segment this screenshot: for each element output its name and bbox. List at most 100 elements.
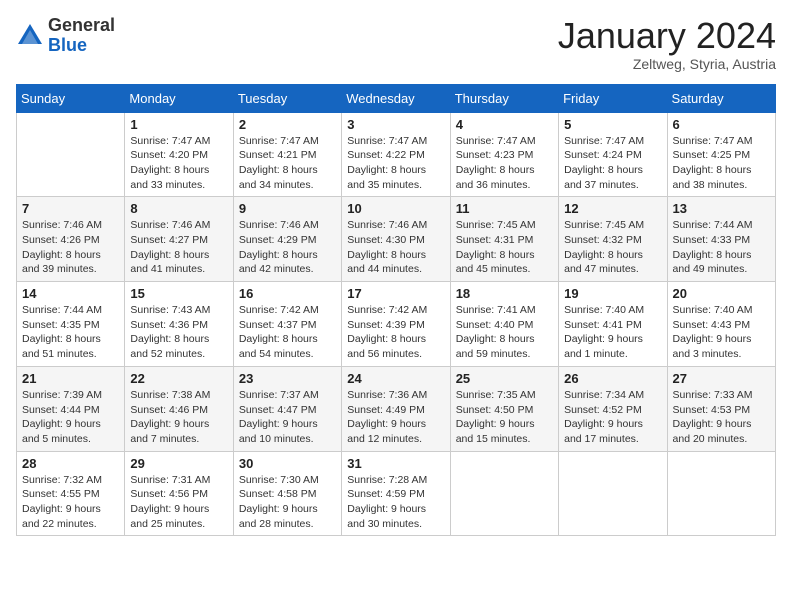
calendar-cell: 22 Sunrise: 7:38 AM Sunset: 4:46 PM Dayli… — [125, 366, 233, 451]
day-number: 21 — [22, 371, 119, 386]
calendar-table: SundayMondayTuesdayWednesdayThursdayFrid… — [16, 84, 776, 537]
calendar-cell: 14 Sunrise: 7:44 AM Sunset: 4:35 PM Dayli… — [17, 282, 125, 367]
day-info: Sunrise: 7:45 AM Sunset: 4:32 PM Dayligh… — [564, 218, 661, 277]
logo-text: General Blue — [48, 16, 115, 56]
day-info: Sunrise: 7:47 AM Sunset: 4:23 PM Dayligh… — [456, 134, 553, 193]
calendar-cell: 6Sunrise: 7:47 AM Sunset: 4:25 PM Daylig… — [667, 112, 775, 197]
day-info: Sunrise: 7:30 AM Sunset: 4:58 PM Dayligh… — [239, 473, 336, 532]
day-number: 4 — [456, 117, 553, 132]
calendar-cell: 9 Sunrise: 7:46 AM Sunset: 4:29 PM Daylig… — [233, 197, 341, 282]
calendar-cell: 23 Sunrise: 7:37 AM Sunset: 4:47 PM Dayli… — [233, 366, 341, 451]
day-number: 10 — [347, 201, 444, 216]
logo-icon — [16, 22, 44, 50]
day-info: Sunrise: 7:40 AM Sunset: 4:41 PM Dayligh… — [564, 303, 661, 362]
calendar-cell: 17 Sunrise: 7:42 AM Sunset: 4:39 PM Dayli… — [342, 282, 450, 367]
day-number: 29 — [130, 456, 227, 471]
day-number: 3 — [347, 117, 444, 132]
day-number: 22 — [130, 371, 227, 386]
calendar-cell: 31 Sunrise: 7:28 AM Sunset: 4:59 PM Dayli… — [342, 451, 450, 536]
day-number: 25 — [456, 371, 553, 386]
calendar-cell — [450, 451, 558, 536]
calendar-cell: 18Sunrise: 7:41 AM Sunset: 4:40 PM Dayli… — [450, 282, 558, 367]
day-info: Sunrise: 7:35 AM Sunset: 4:50 PM Dayligh… — [456, 388, 553, 447]
calendar-week-row: 21 Sunrise: 7:39 AM Sunset: 4:44 PM Dayli… — [17, 366, 776, 451]
calendar-cell: 10 Sunrise: 7:46 AM Sunset: 4:30 PM Dayli… — [342, 197, 450, 282]
day-info: Sunrise: 7:43 AM Sunset: 4:36 PM Dayligh… — [130, 303, 227, 362]
day-number: 1 — [130, 117, 227, 132]
day-info: Sunrise: 7:39 AM Sunset: 4:44 PM Dayligh… — [22, 388, 119, 447]
day-info: Sunrise: 7:42 AM Sunset: 4:39 PM Dayligh… — [347, 303, 444, 362]
day-info: Sunrise: 7:46 AM Sunset: 4:27 PM Dayligh… — [130, 218, 227, 277]
calendar-cell: 27 Sunrise: 7:33 AM Sunset: 4:53 PM Dayli… — [667, 366, 775, 451]
page-header: General Blue January 2024 Zeltweg, Styri… — [16, 16, 776, 72]
day-info: Sunrise: 7:44 AM Sunset: 4:33 PM Dayligh… — [673, 218, 770, 277]
day-number: 14 — [22, 286, 119, 301]
day-number: 11 — [456, 201, 553, 216]
day-info: Sunrise: 7:46 AM Sunset: 4:26 PM Dayligh… — [22, 218, 119, 277]
day-info: Sunrise: 7:45 AM Sunset: 4:31 PM Dayligh… — [456, 218, 553, 277]
calendar-header-cell: Thursday — [450, 84, 558, 112]
day-number: 31 — [347, 456, 444, 471]
day-info: Sunrise: 7:31 AM Sunset: 4:56 PM Dayligh… — [130, 473, 227, 532]
calendar-cell: 29 Sunrise: 7:31 AM Sunset: 4:56 PM Dayli… — [125, 451, 233, 536]
logo: General Blue — [16, 16, 115, 56]
day-number: 15 — [130, 286, 227, 301]
calendar-week-row: 28Sunrise: 7:32 AM Sunset: 4:55 PM Dayli… — [17, 451, 776, 536]
day-info: Sunrise: 7:44 AM Sunset: 4:35 PM Dayligh… — [22, 303, 119, 362]
day-info: Sunrise: 7:46 AM Sunset: 4:30 PM Dayligh… — [347, 218, 444, 277]
day-info: Sunrise: 7:47 AM Sunset: 4:21 PM Dayligh… — [239, 134, 336, 193]
calendar-cell — [667, 451, 775, 536]
calendar-cell: 30 Sunrise: 7:30 AM Sunset: 4:58 PM Dayli… — [233, 451, 341, 536]
day-info: Sunrise: 7:41 AM Sunset: 4:40 PM Dayligh… — [456, 303, 553, 362]
day-info: Sunrise: 7:34 AM Sunset: 4:52 PM Dayligh… — [564, 388, 661, 447]
day-info: Sunrise: 7:47 AM Sunset: 4:20 PM Dayligh… — [130, 134, 227, 193]
day-number: 26 — [564, 371, 661, 386]
calendar-cell: 15 Sunrise: 7:43 AM Sunset: 4:36 PM Dayli… — [125, 282, 233, 367]
day-number: 2 — [239, 117, 336, 132]
day-number: 27 — [673, 371, 770, 386]
day-number: 9 — [239, 201, 336, 216]
calendar-cell: 2 Sunrise: 7:47 AM Sunset: 4:21 PM Daylig… — [233, 112, 341, 197]
day-info: Sunrise: 7:37 AM Sunset: 4:47 PM Dayligh… — [239, 388, 336, 447]
day-number: 6 — [673, 117, 770, 132]
day-number: 13 — [673, 201, 770, 216]
calendar-header-cell: Monday — [125, 84, 233, 112]
day-number: 17 — [347, 286, 444, 301]
day-number: 20 — [673, 286, 770, 301]
calendar-cell — [17, 112, 125, 197]
location: Zeltweg, Styria, Austria — [558, 56, 776, 72]
day-number: 23 — [239, 371, 336, 386]
day-info: Sunrise: 7:28 AM Sunset: 4:59 PM Dayligh… — [347, 473, 444, 532]
calendar-cell: 7Sunrise: 7:46 AM Sunset: 4:26 PM Daylig… — [17, 197, 125, 282]
day-number: 24 — [347, 371, 444, 386]
calendar-header-cell: Saturday — [667, 84, 775, 112]
calendar-cell: 13 Sunrise: 7:44 AM Sunset: 4:33 PM Dayli… — [667, 197, 775, 282]
day-info: Sunrise: 7:32 AM Sunset: 4:55 PM Dayligh… — [22, 473, 119, 532]
calendar-cell: 21 Sunrise: 7:39 AM Sunset: 4:44 PM Dayli… — [17, 366, 125, 451]
calendar-week-row: 14 Sunrise: 7:44 AM Sunset: 4:35 PM Dayli… — [17, 282, 776, 367]
title-block: January 2024 Zeltweg, Styria, Austria — [558, 16, 776, 72]
day-number: 30 — [239, 456, 336, 471]
day-info: Sunrise: 7:38 AM Sunset: 4:46 PM Dayligh… — [130, 388, 227, 447]
day-number: 5 — [564, 117, 661, 132]
calendar-cell: 28Sunrise: 7:32 AM Sunset: 4:55 PM Dayli… — [17, 451, 125, 536]
calendar-cell: 26 Sunrise: 7:34 AM Sunset: 4:52 PM Dayli… — [559, 366, 667, 451]
calendar-cell: 12 Sunrise: 7:45 AM Sunset: 4:32 PM Dayli… — [559, 197, 667, 282]
calendar-header-cell: Wednesday — [342, 84, 450, 112]
calendar-cell: 4 Sunrise: 7:47 AM Sunset: 4:23 PM Daylig… — [450, 112, 558, 197]
day-number: 12 — [564, 201, 661, 216]
day-info: Sunrise: 7:47 AM Sunset: 4:22 PM Dayligh… — [347, 134, 444, 193]
day-info: Sunrise: 7:42 AM Sunset: 4:37 PM Dayligh… — [239, 303, 336, 362]
calendar-cell: 1 Sunrise: 7:47 AM Sunset: 4:20 PM Daylig… — [125, 112, 233, 197]
day-info: Sunrise: 7:46 AM Sunset: 4:29 PM Dayligh… — [239, 218, 336, 277]
calendar-cell: 5Sunrise: 7:47 AM Sunset: 4:24 PM Daylig… — [559, 112, 667, 197]
day-info: Sunrise: 7:33 AM Sunset: 4:53 PM Dayligh… — [673, 388, 770, 447]
calendar-cell: 19Sunrise: 7:40 AM Sunset: 4:41 PM Dayli… — [559, 282, 667, 367]
day-number: 16 — [239, 286, 336, 301]
calendar-header-cell: Tuesday — [233, 84, 341, 112]
calendar-cell: 16 Sunrise: 7:42 AM Sunset: 4:37 PM Dayli… — [233, 282, 341, 367]
day-info: Sunrise: 7:40 AM Sunset: 4:43 PM Dayligh… — [673, 303, 770, 362]
calendar-header-cell: Friday — [559, 84, 667, 112]
calendar-header-cell: Sunday — [17, 84, 125, 112]
calendar-week-row: 7Sunrise: 7:46 AM Sunset: 4:26 PM Daylig… — [17, 197, 776, 282]
